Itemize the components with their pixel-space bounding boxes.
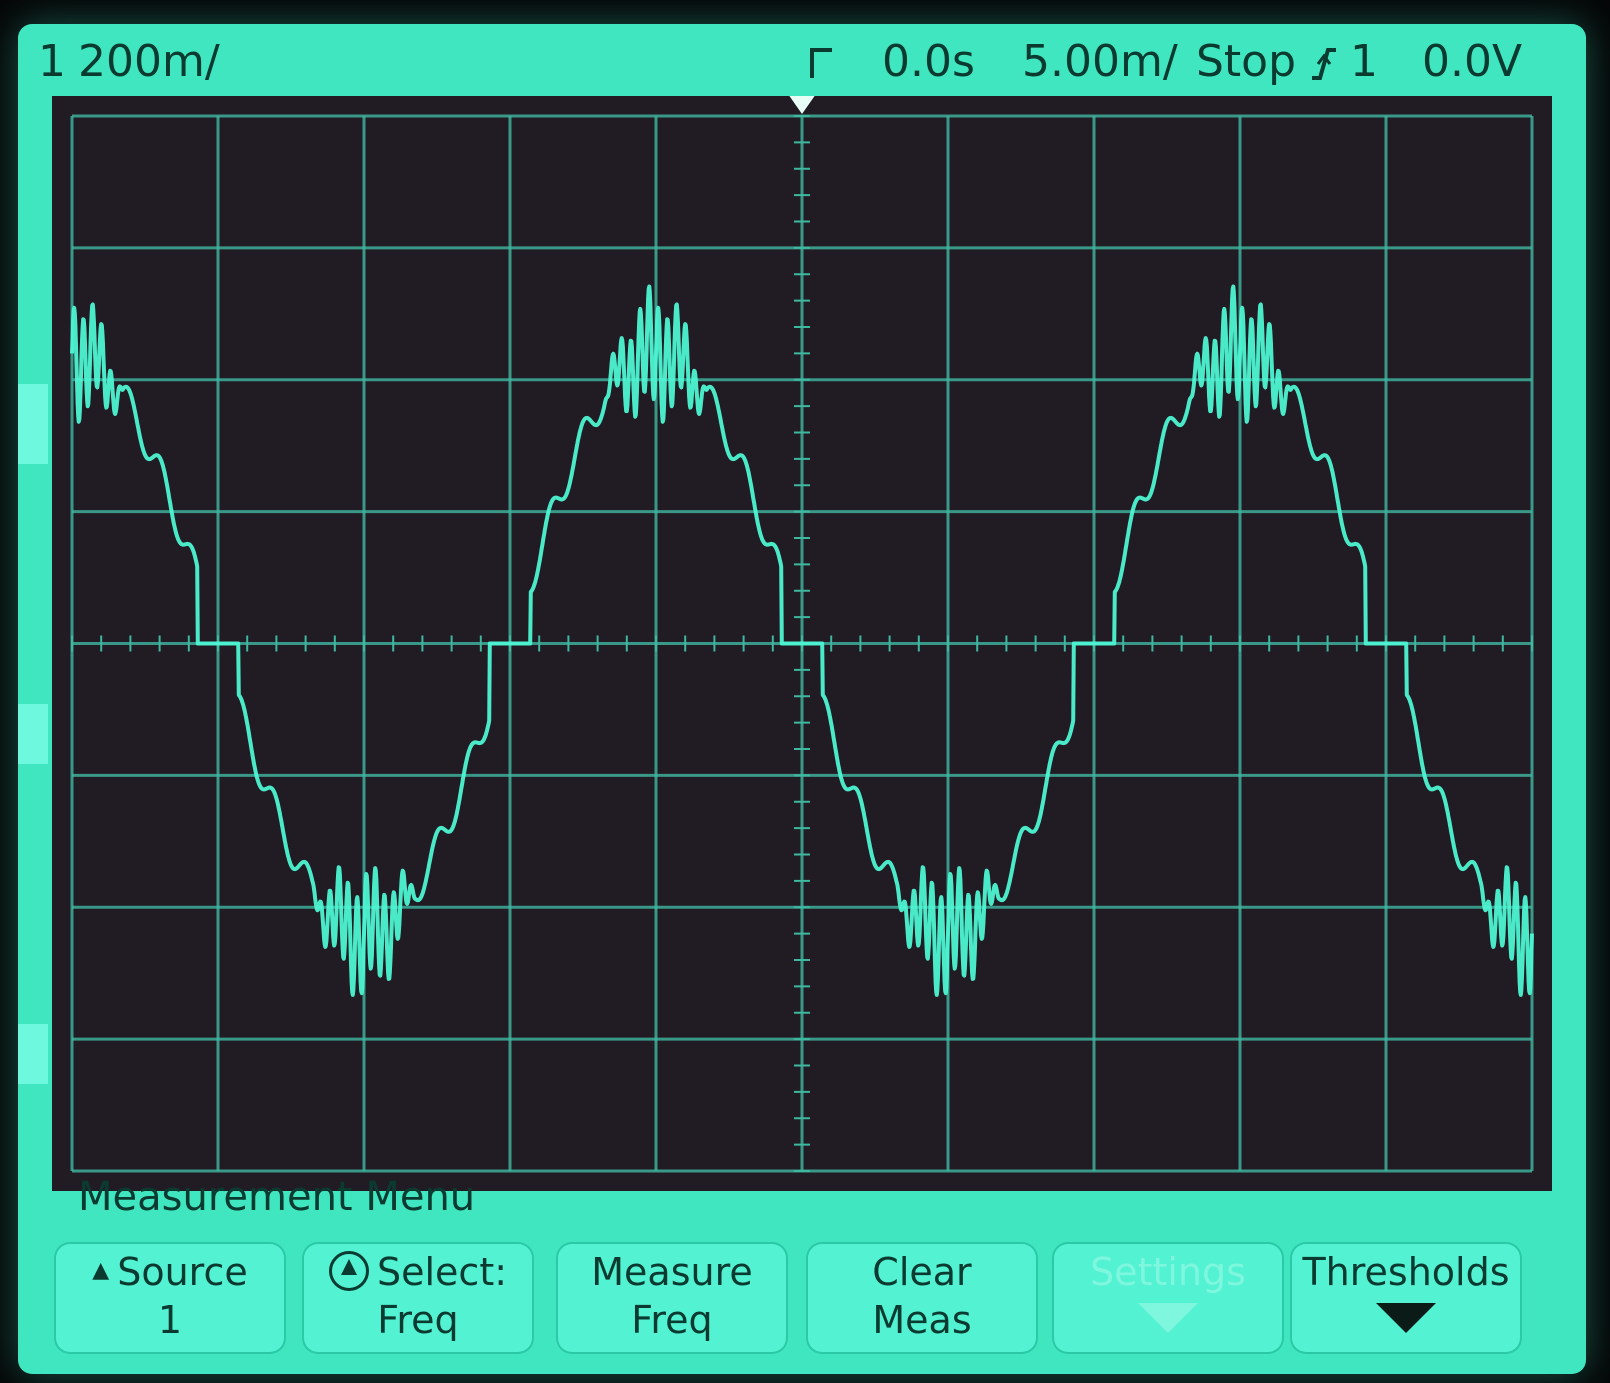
down-arrow-icon [1376, 1303, 1436, 1333]
left-edge-marker [18, 704, 48, 764]
softkey-clear-value: Meas [872, 1298, 972, 1342]
trigger-source: 1 [1350, 36, 1378, 87]
run-state: Stop [1196, 36, 1297, 87]
softkey-measure-value: Freq [631, 1298, 713, 1342]
time-per-div: 5.00m/ [1022, 36, 1178, 87]
trigger-edge-icon [808, 42, 838, 93]
channel-ground-marker [18, 384, 48, 464]
softkey-source-value: 1 [157, 1298, 183, 1342]
channel-number: 1 [38, 36, 66, 87]
softkey-source[interactable]: ▲ Source 1 [54, 1242, 286, 1354]
softkey-clear-label: Clear [872, 1250, 972, 1294]
oscilloscope-screen: 1 200m/ 0.0s 5.00m/ Stop 1 0.0V Measurem… [18, 24, 1586, 1374]
waveform-graticule [70, 96, 1534, 1173]
up-triangle-icon: ▲ [92, 1258, 110, 1283]
down-arrow-icon [1138, 1303, 1198, 1333]
time-offset: 0.0s [882, 36, 975, 87]
softkey-clear-meas[interactable]: Clear Meas [806, 1242, 1038, 1354]
softkey-settings-label: Settings [1090, 1250, 1246, 1294]
softkey-source-label: Source [117, 1250, 248, 1294]
softkey-select-label: Select: [376, 1250, 508, 1294]
volts-per-div: 200m/ [78, 36, 220, 87]
softkey-measure-label: Measure [591, 1250, 753, 1294]
menu-title: Measurement Menu [78, 1174, 476, 1220]
waveform-display [52, 96, 1552, 1191]
trigger-slope-icon [1308, 44, 1338, 95]
left-edge-marker-lower [18, 1024, 48, 1084]
softkey-thresholds-label: Thresholds [1302, 1250, 1510, 1294]
softkey-measure[interactable]: Measure Freq [556, 1242, 788, 1354]
softkey-select-value: Freq [377, 1298, 459, 1342]
trigger-level: 0.0V [1422, 36, 1523, 87]
softkey-thresholds[interactable]: Thresholds [1290, 1242, 1522, 1354]
status-bar: 1 200m/ 0.0s 5.00m/ Stop 1 0.0V [18, 24, 1586, 102]
softkey-select[interactable]: Select: Freq [302, 1242, 534, 1354]
softkey-settings[interactable]: Settings [1052, 1242, 1284, 1354]
knob-icon [328, 1251, 369, 1291]
trigger-position-marker [789, 96, 815, 114]
